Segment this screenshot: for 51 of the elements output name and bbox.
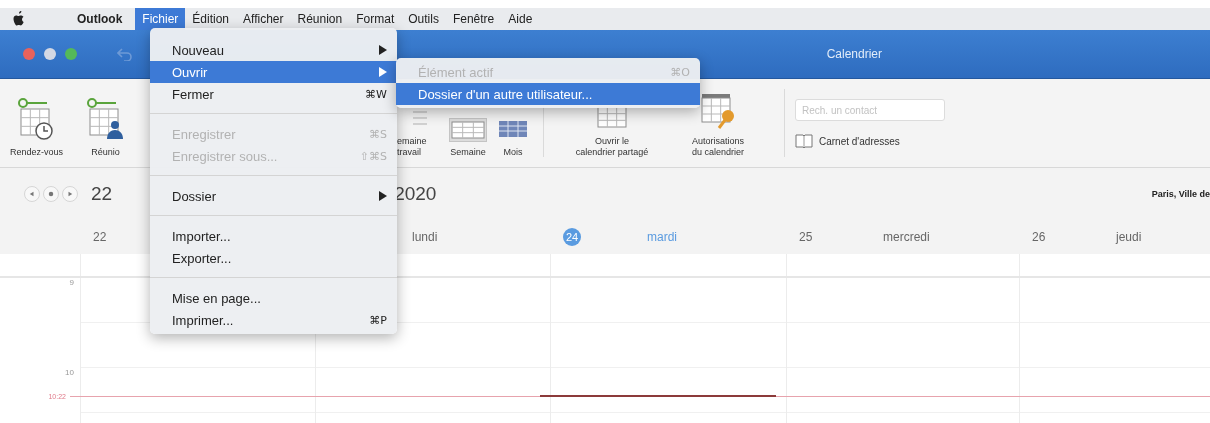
date-range-title: 2020 — [394, 183, 437, 205]
location-label: Paris, Ville de — [1151, 189, 1210, 199]
menu-item[interactable]: Exporter... — [150, 247, 397, 269]
address-book-link[interactable]: Carnet d'adresses — [819, 135, 900, 147]
menu-bar-item[interactable]: Édition — [185, 8, 237, 30]
day-name: mercredi — [883, 230, 930, 244]
today-button[interactable] — [43, 186, 59, 202]
menu-item[interactable]: Mise en page... — [150, 287, 397, 309]
menu-bar-item[interactable]: Réunion — [290, 8, 350, 30]
menu-item[interactable]: Dossier d'un autre utilisateur... — [396, 83, 700, 105]
day-name: jeudi — [1116, 230, 1142, 244]
ribbon-button[interactable]: Rendez-vous — [5, 96, 68, 158]
menu-item[interactable]: Importer... — [150, 225, 397, 247]
calendar-week-icon — [450, 119, 486, 141]
menu-item[interactable]: Fermer ⌘W — [150, 83, 397, 105]
menu-item[interactable]: Nouveau — [150, 39, 397, 61]
day-number: 26 — [1032, 230, 1047, 244]
next-button[interactable] — [62, 186, 78, 202]
menu-item[interactable]: Imprimer... ⌘P — [150, 309, 397, 331]
menu-bar-item[interactable]: Fenêtre — [445, 8, 502, 30]
day-number: 25 — [799, 230, 814, 244]
day-number: 24 — [563, 228, 581, 246]
minimize-button[interactable] — [44, 48, 56, 60]
book-icon — [795, 133, 813, 149]
apple-icon[interactable] — [12, 11, 26, 27]
zoom-button[interactable] — [65, 48, 77, 60]
undo-icon[interactable] — [117, 47, 133, 61]
caret-left-icon — [29, 191, 35, 197]
ribbon-button[interactable]: Réunio — [68, 96, 143, 158]
caret-right-icon — [67, 191, 73, 197]
previous-button[interactable] — [24, 186, 40, 202]
calendar-person-icon — [85, 97, 126, 141]
day-number: 22 — [93, 230, 108, 244]
menu-item[interactable]: Dossier — [150, 185, 397, 207]
menu-item[interactable]: Ouvrir — [150, 61, 397, 83]
ribbon-button[interactable]: emaine travail — [397, 107, 443, 158]
hour-label: 9 — [69, 278, 74, 289]
ribbon-button[interactable]: Semaine — [443, 118, 493, 158]
menu-bar-item[interactable]: Afficher — [236, 8, 291, 30]
day-name: lundi — [412, 230, 438, 244]
hour-label: 10 — [65, 368, 74, 379]
menu-bar-item[interactable]: Format — [349, 8, 402, 30]
date-range-title: 22 — [91, 183, 113, 205]
menu-bar-item[interactable]: Fichier — [135, 8, 186, 30]
window-title: Calendrier — [826, 47, 882, 61]
day-name: mardi — [647, 230, 677, 244]
close-button[interactable] — [23, 48, 35, 60]
menu-bar-item[interactable]: Outlook — [70, 8, 130, 30]
menu-bar-item[interactable]: Aide — [501, 8, 540, 30]
ribbon-button[interactable]: Mois — [493, 118, 533, 158]
menu-bar-item[interactable]: Outils — [401, 8, 446, 30]
